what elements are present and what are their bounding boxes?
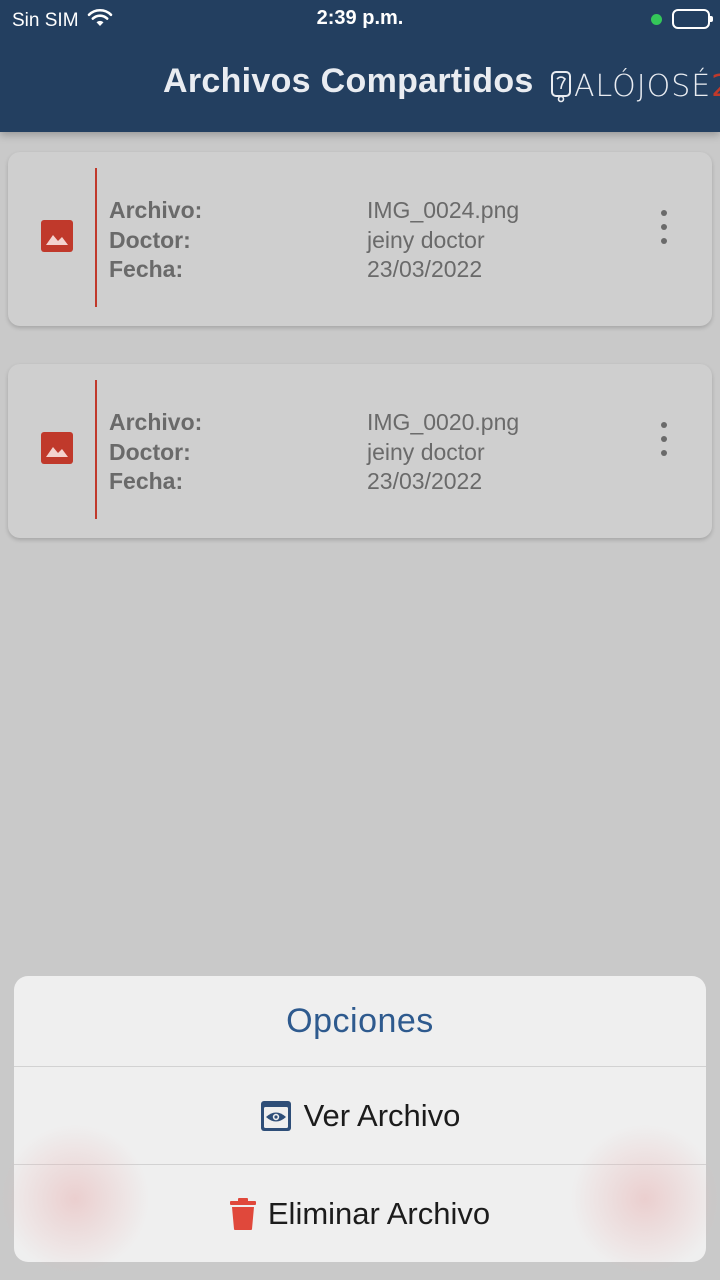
logo-number: 24 bbox=[711, 69, 720, 104]
card-labels: Archivo: Doctor: Fecha: bbox=[109, 196, 202, 285]
action-sheet-title: Opciones bbox=[286, 1001, 434, 1040]
touch-ripple bbox=[570, 1124, 720, 1274]
card-values: IMG_0020.png jeiny doctor 23/03/2022 bbox=[367, 408, 519, 497]
image-icon bbox=[41, 432, 73, 464]
file-card[interactable]: Archivo: Doctor: Fecha: IMG_0020.png jei… bbox=[8, 364, 712, 538]
status-right bbox=[651, 9, 713, 29]
card-values: IMG_0024.png jeiny doctor 23/03/2022 bbox=[367, 196, 519, 285]
status-time: 2:39 p.m. bbox=[316, 7, 404, 29]
view-file-label: Ver Archivo bbox=[303, 1097, 461, 1133]
fecha-value: 23/03/2022 bbox=[367, 468, 483, 494]
fecha-label: Fecha: bbox=[109, 256, 184, 282]
fecha-label: Fecha: bbox=[109, 468, 184, 494]
archivo-label: Archivo: bbox=[109, 409, 203, 435]
touch-ripple bbox=[0, 1124, 150, 1274]
image-icon bbox=[41, 220, 73, 252]
card-labels: Archivo: Doctor: Fecha: bbox=[109, 408, 202, 497]
page-title: Archivos Compartidos bbox=[163, 62, 534, 100]
more-vertical-icon[interactable] bbox=[653, 210, 675, 244]
card-divider bbox=[95, 380, 97, 519]
card-divider bbox=[95, 168, 97, 307]
more-vertical-icon[interactable] bbox=[653, 422, 675, 456]
archivo-value: IMG_0024.png bbox=[367, 197, 520, 223]
delete-file-label: Eliminar Archivo bbox=[267, 1195, 491, 1231]
battery-icon bbox=[672, 9, 713, 29]
archivo-value: IMG_0020.png bbox=[367, 409, 520, 435]
doctor-value: jeiny doctor bbox=[367, 438, 485, 465]
app-header: Sin SIM 2:39 p.m. Archivos Compartidos A… bbox=[0, 0, 720, 132]
eye-icon bbox=[260, 1100, 292, 1132]
doctor-label: Doctor: bbox=[109, 226, 191, 253]
camera-indicator-icon bbox=[651, 13, 662, 25]
doctor-label: Doctor: bbox=[109, 438, 191, 465]
logo-text: ALÓJOSÉ bbox=[574, 68, 712, 104]
status-bar: Sin SIM 2:39 p.m. bbox=[0, 0, 720, 38]
archivo-label: Archivo: bbox=[109, 197, 203, 223]
stethoscope-icon bbox=[550, 69, 572, 103]
doctor-value: jeiny doctor bbox=[367, 226, 485, 253]
fecha-value: 23/03/2022 bbox=[367, 256, 483, 282]
app-logo: ALÓJOSÉ 24 bbox=[550, 66, 720, 106]
trash-icon bbox=[229, 1197, 256, 1230]
file-card[interactable]: Archivo: Doctor: Fecha: IMG_0024.png jei… bbox=[8, 152, 712, 326]
